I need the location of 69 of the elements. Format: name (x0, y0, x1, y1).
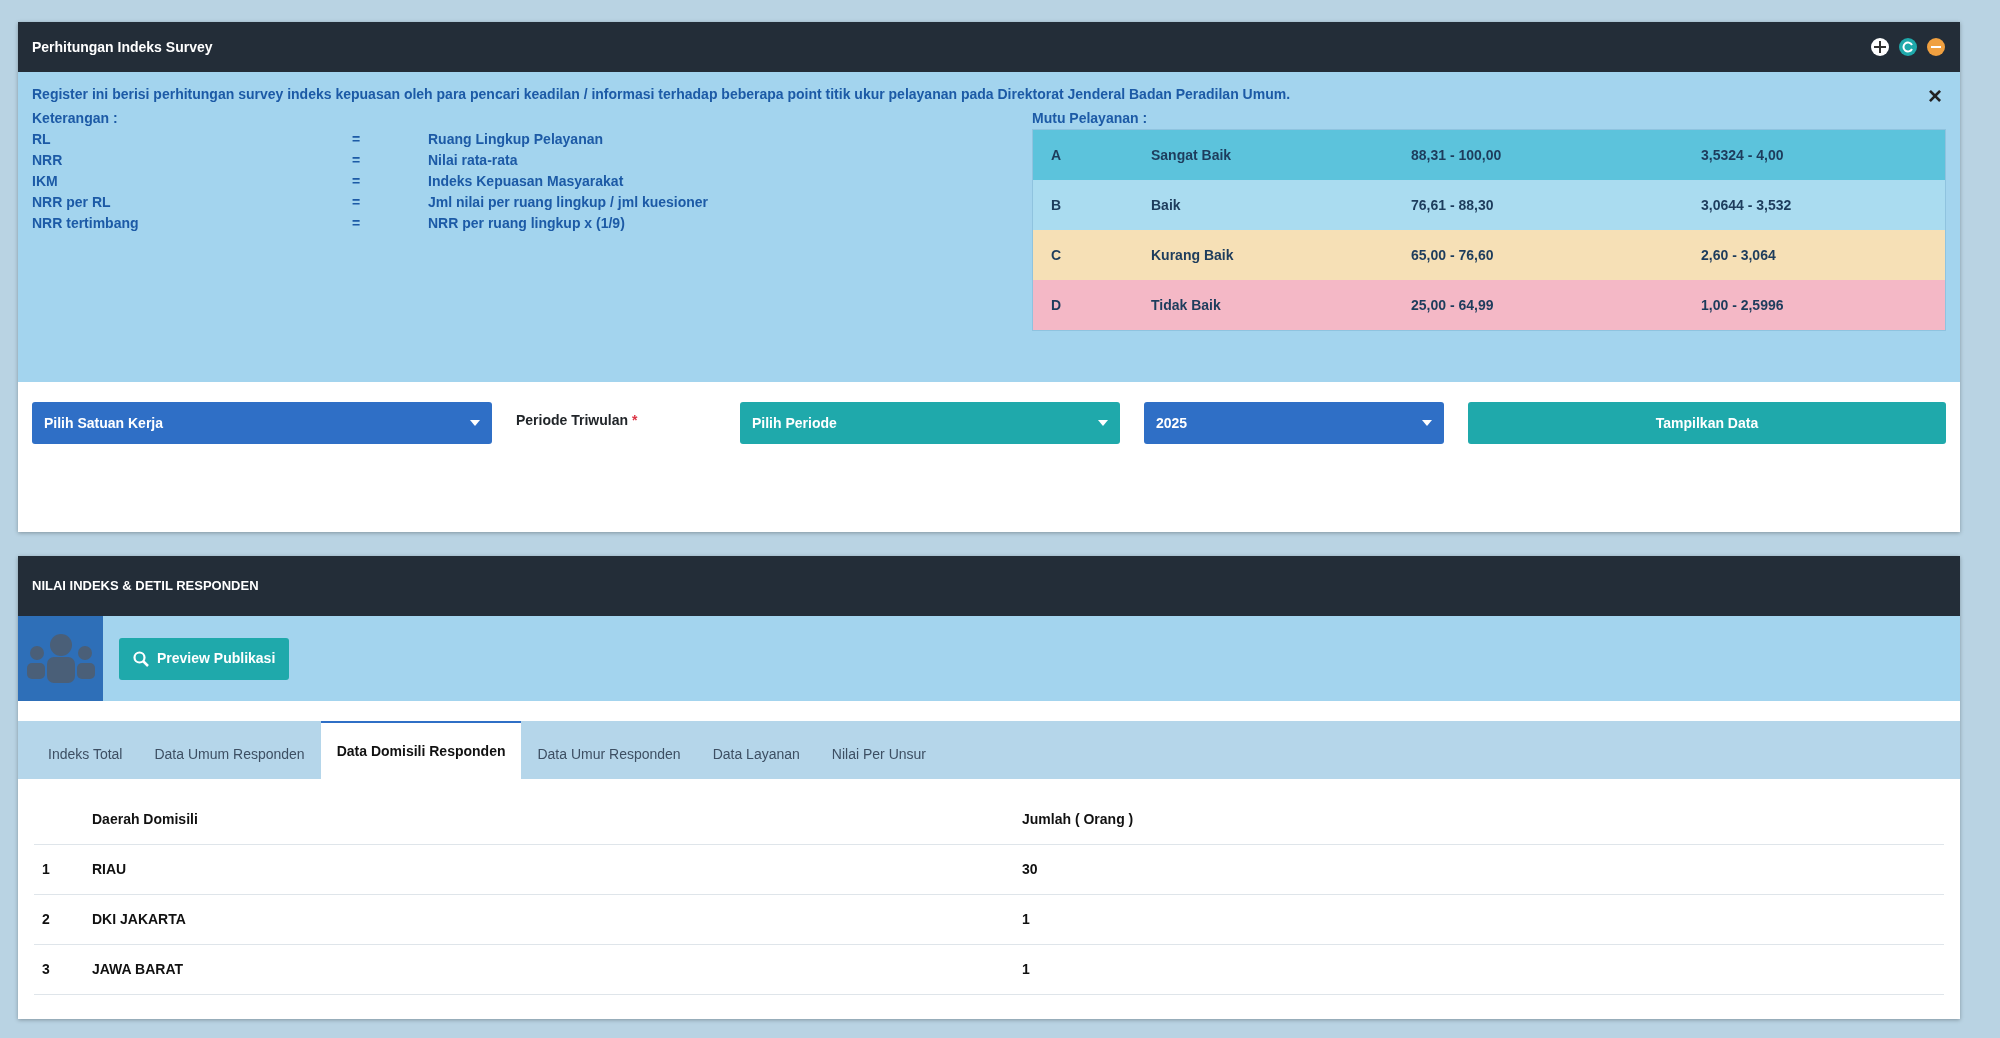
table-cell: 1 (1014, 944, 1944, 995)
unit-select[interactable]: Pilih Satuan Kerja (32, 402, 492, 444)
grade-letter: A (1051, 145, 1063, 165)
legend-term: IKM (32, 172, 59, 191)
grade-letter: D (1051, 295, 1063, 315)
legend-separator: = (352, 172, 362, 191)
row-number: 2 (34, 894, 84, 945)
grade-letter: C (1051, 245, 1063, 265)
grades-title: Mutu Pelayanan : (1032, 109, 1149, 128)
grade-score: 3,0644 - 3,532 (1701, 195, 1792, 215)
tab[interactable]: Data Umum Responden (138, 729, 321, 779)
legend-meaning: Ruang Lingkup Pelayanan (428, 130, 604, 149)
close-button[interactable]: × (1924, 84, 1946, 108)
legend-separator: = (352, 193, 362, 212)
grade-range: 76,61 - 88,30 (1411, 195, 1495, 215)
grade-label: Sangat Baik (1151, 145, 1233, 165)
expand-icon[interactable] (1870, 37, 1890, 57)
grade-letter: B (1051, 195, 1063, 215)
table-cell: 30 (1014, 844, 1944, 895)
legend-term: NRR tertimbang (32, 214, 140, 233)
show-data-button[interactable]: Tampilkan Data (1468, 402, 1946, 444)
grade-score: 1,00 - 2,5996 (1701, 295, 1784, 315)
table-cell: RIAU (84, 844, 1014, 895)
legend-term: NRR (32, 151, 64, 170)
period-select[interactable]: Pilih Periode (740, 402, 1120, 444)
caret-icon (1422, 420, 1432, 426)
grade-score: 3,5324 - 4,00 (1701, 145, 1784, 165)
legend-title: Keterangan : (32, 109, 119, 128)
table-cell: JAWA BARAT (84, 944, 1014, 995)
legend-meaning: NRR per ruang lingkup x (1/9) (428, 214, 625, 233)
legend-meaning: Indeks Kepuasan Masyarakat (428, 172, 624, 191)
grade-range: 88,31 - 100,00 (1411, 145, 1503, 165)
grade-label: Kurang Baik (1151, 245, 1235, 265)
caret-icon (470, 420, 480, 426)
tab[interactable]: Indeks Total (32, 729, 139, 779)
panel-title: Perhitungan Indeks Survey (32, 37, 213, 57)
required-mark: * (632, 411, 638, 430)
year-select[interactable]: 2025 (1144, 402, 1444, 444)
legend-separator: = (352, 214, 362, 233)
row-number: 3 (34, 944, 84, 995)
grade-label: Tidak Baik (1151, 295, 1222, 315)
intro-text: Register ini berisi perhitungan survey indeks kepuasan oleh para pencari keadilan / informasi terhadap beberapa point titik ukur pelayanan pada Direktorat Jenderal Badan Peradilan Umum. (32, 85, 1291, 104)
legend-meaning: Jml nilai per ruang lingkup / jml kuesioner (428, 193, 709, 212)
caret-icon (1098, 420, 1108, 426)
period-label: Periode Triwulan (516, 411, 629, 430)
grade-score: 2,60 - 3,064 (1701, 245, 1776, 265)
table-cell: 1 (1014, 894, 1944, 945)
tab[interactable]: Nilai Per Unsur (815, 729, 942, 779)
tab[interactable]: Data Layanan (696, 729, 816, 779)
row-number: 1 (34, 844, 84, 895)
grade-range: 65,00 - 76,60 (1411, 245, 1495, 265)
legend-term: NRR per RL (32, 193, 112, 212)
column-header: Daerah Domisili (84, 795, 1014, 845)
grade-label: Baik (1151, 195, 1182, 215)
legend-meaning: Nilai rata-rata (428, 151, 518, 170)
refresh-icon[interactable] (1898, 37, 1918, 57)
grade-range: 25,00 - 64,99 (1411, 295, 1495, 315)
tab[interactable]: Data Umur Responden (521, 729, 697, 779)
panel-title: NILAI INDEKS & DETIL RESPONDEN (32, 577, 259, 596)
collapse-icon[interactable] (1926, 37, 1946, 57)
legend-term: RL (32, 130, 52, 149)
column-header: Jumlah ( Orang ) (1014, 795, 1944, 845)
users-icon (24, 632, 97, 685)
legend-separator: = (352, 151, 362, 170)
table-cell: DKI JAKARTA (84, 894, 1014, 945)
legend-separator: = (352, 130, 362, 149)
preview-button[interactable]: Preview Publikasi (119, 637, 290, 680)
search-icon (133, 650, 149, 667)
tab[interactable]: Data Domisili Responden (320, 721, 522, 779)
